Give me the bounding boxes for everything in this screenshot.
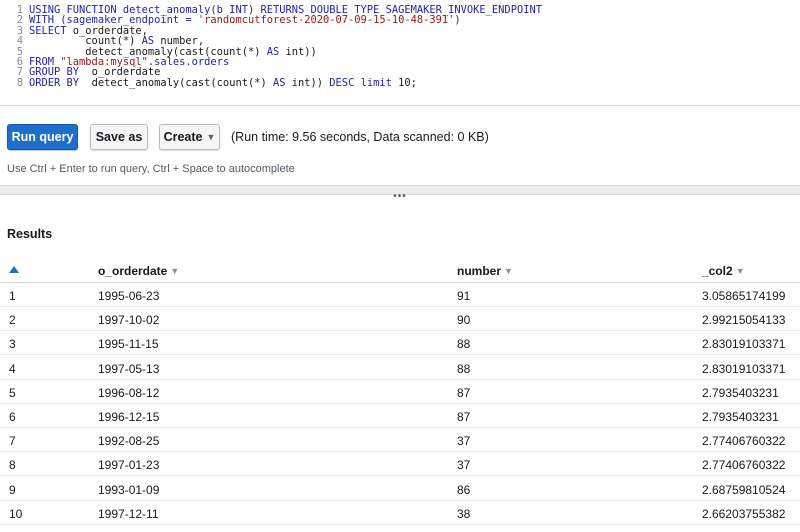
cell-o-orderdate: 1995-11-15	[98, 337, 159, 352]
code-token: detect_anomaly(cast(count(*)	[91, 76, 273, 89]
table-row: 1 1995-06-23 91 3.05865174199	[0, 283, 800, 307]
line-number: 2	[16, 14, 23, 27]
cell-o-orderdate: 1992-08-25	[98, 434, 160, 449]
cell-o-orderdate: 1997-01-23	[98, 458, 160, 473]
sort-ascending-icon[interactable]	[9, 266, 19, 273]
create-label: Create	[163, 130, 203, 144]
code-token: 'randomcutforest-2020-07-09-15-10-48-391…	[197, 14, 455, 27]
cell-o-orderdate: 1997-05-13	[98, 361, 160, 376]
code-token: )	[454, 14, 461, 27]
sort-icon[interactable]: ▼	[170, 266, 179, 276]
run-status-text: (Run time: 9.56 seconds, Data scanned: 0…	[231, 130, 489, 144]
table-row: 2 1997-10-02 90 2.99215054133	[0, 307, 800, 332]
table-row: 5 1996-08-12 87 2.7935403231	[0, 380, 800, 404]
code-token: int))	[285, 76, 330, 89]
row-index: 5	[9, 385, 16, 400]
line-number: 8	[16, 76, 23, 89]
line-number: 3	[16, 24, 23, 37]
cell-col2: 2.77406760322	[702, 458, 786, 473]
cell-number: 91	[457, 289, 471, 303]
keyboard-hint: Use Ctrl + Enter to run query, Ctrl + Sp…	[7, 163, 295, 175]
drag-handle-icon[interactable]: •••	[393, 191, 407, 202]
table-row: 6 1996-12-15 87 2.7935403231	[0, 404, 800, 428]
cell-col2: 3.05865174199	[702, 289, 786, 303]
cell-number: 37	[457, 434, 471, 449]
run-query-button[interactable]: Run query	[7, 124, 78, 150]
cell-o-orderdate: 1996-12-15	[98, 410, 160, 424]
code-token: int))	[279, 45, 317, 58]
cell-number: 87	[457, 385, 471, 400]
column-header-label: _col2	[702, 264, 733, 278]
create-dropdown-button[interactable]: Create ▼	[159, 124, 220, 150]
pane-splitter[interactable]: •••	[0, 185, 800, 202]
row-index: 10	[9, 506, 23, 521]
line-number: 1	[16, 4, 23, 16]
cell-col2: 2.83019103371	[702, 361, 786, 376]
sort-icon[interactable]: ▼	[504, 266, 513, 276]
table-row: 9 1993-01-09 86 2.68759810524	[0, 477, 800, 501]
cell-o-orderdate: 1997-10-02	[98, 313, 160, 328]
code-line[interactable]: 8 ORDER BY detect_anomaly(cast(count(*) A…	[0, 76, 417, 89]
results-title: Results	[7, 227, 53, 241]
table-row: 10 1997-12-11 38 2.66203755382	[0, 501, 800, 525]
table-row: 7 1992-08-25 37 2.77406760322	[0, 428, 800, 453]
table-row: 8 1997-01-23 37 2.77406760322	[0, 452, 800, 477]
column-header-number[interactable]: number ▼	[457, 264, 513, 279]
line-number: 7	[16, 66, 23, 79]
line-number: 5	[16, 45, 23, 58]
row-index: 8	[9, 458, 16, 473]
sql-editor[interactable]: 1 USING FUNCTION detect_anomaly(b INT) RE…	[0, 0, 800, 106]
column-header-col2[interactable]: _col2 ▼	[702, 264, 745, 279]
code-token: ORDER BY	[29, 76, 92, 89]
row-index: 3	[9, 337, 16, 352]
code-token: DESC limit	[329, 76, 392, 89]
chevron-down-icon: ▼	[206, 132, 216, 142]
cell-col2: 2.77406760322	[702, 434, 786, 449]
cell-number: 38	[457, 506, 471, 521]
cell-number: 86	[457, 482, 471, 497]
cell-number: 37	[457, 458, 471, 473]
cell-number: 88	[457, 361, 471, 376]
row-index: 7	[9, 434, 16, 449]
code-token: 10;	[391, 76, 417, 89]
cell-col2: 2.7935403231	[702, 410, 779, 424]
cell-number: 87	[457, 410, 471, 424]
cell-col2: 2.7935403231	[702, 385, 779, 400]
code-token: AS	[266, 45, 280, 58]
column-header-o-orderdate[interactable]: o_orderdate ▼	[98, 264, 179, 279]
row-index: 4	[9, 361, 16, 376]
row-index: 6	[9, 410, 16, 424]
cell-col2: 2.83019103371	[702, 337, 786, 352]
line-number: 6	[16, 56, 23, 68]
cell-col2: 2.66203755382	[702, 506, 786, 521]
table-row: 3 1995-11-15 88 2.83019103371	[0, 331, 800, 356]
cell-col2: 2.68759810524	[702, 482, 786, 497]
cell-o-orderdate: 1993-01-09	[98, 482, 160, 497]
row-index: 2	[9, 313, 16, 328]
cell-o-orderdate: 1996-08-12	[98, 385, 160, 400]
cell-col2: 2.99215054133	[702, 313, 786, 328]
cell-number: 90	[457, 313, 471, 328]
row-index: 9	[9, 482, 16, 497]
column-header-label: o_orderdate	[98, 264, 168, 278]
cell-number: 88	[457, 337, 471, 352]
cell-o-orderdate: 1995-06-23	[98, 289, 160, 303]
cell-o-orderdate: 1997-12-11	[98, 506, 159, 521]
column-header-label: number	[457, 264, 502, 278]
save-as-button[interactable]: Save as	[90, 124, 148, 150]
line-number: 4	[16, 35, 23, 48]
table-row: 4 1997-05-13 88 2.83019103371	[0, 356, 800, 380]
row-index: 1	[9, 289, 16, 303]
code-token: AS	[272, 76, 286, 89]
sort-icon[interactable]: ▼	[736, 266, 745, 276]
